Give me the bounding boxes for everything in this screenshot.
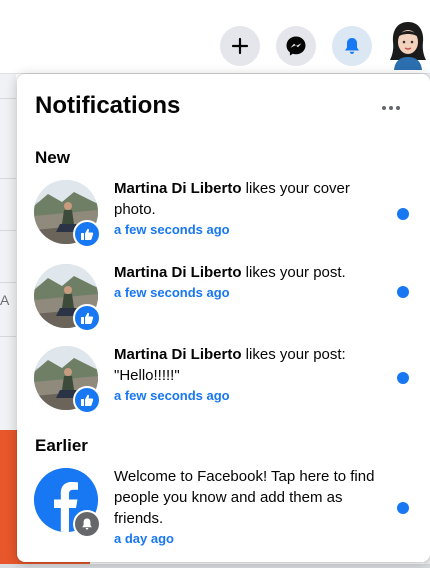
like-badge [73, 220, 101, 248]
notification-time: a few seconds ago [114, 388, 230, 403]
bell-icon [82, 518, 92, 530]
background-bottom-strip [0, 564, 430, 568]
account-avatar[interactable] [386, 20, 430, 70]
thumbs-up-icon [81, 228, 94, 240]
actor-name: Martina Di Liberto [114, 264, 242, 281]
create-button[interactable] [220, 26, 260, 66]
bell-badge [73, 510, 101, 538]
thumbs-up-icon [81, 312, 94, 324]
notifications-panel: Notifications New Martina Di Liberto lik… [17, 74, 430, 562]
unread-dot [397, 502, 409, 514]
notification-item[interactable]: Martina Di Liberto likes your post. a fe… [33, 262, 423, 342]
messenger-icon [286, 36, 306, 56]
like-badge [73, 304, 101, 332]
thumbs-up-icon [81, 394, 94, 406]
notification-time: a few seconds ago [114, 222, 230, 237]
more-options-button[interactable] [377, 94, 405, 122]
avatar [390, 22, 426, 70]
bell-icon [345, 38, 359, 54]
notification-text: Martina Di Liberto likes your cover phot… [114, 178, 384, 240]
actor-name: Martina Di Liberto [114, 346, 242, 363]
unread-dot [397, 372, 409, 384]
notifications-button[interactable] [332, 26, 372, 66]
notification-item[interactable]: Martina Di Liberto likes your cover phot… [33, 178, 423, 258]
notification-text: Welcome to Facebook! Tap here to find pe… [114, 466, 384, 549]
notification-time: a few seconds ago [114, 285, 230, 300]
notification-action: Welcome to Facebook! Tap here to find pe… [114, 468, 375, 527]
messenger-button[interactable] [276, 26, 316, 66]
notification-text: Martina Di Liberto likes your post: "Hel… [114, 344, 384, 406]
plus-icon [231, 37, 249, 55]
more-horizontal-icon [382, 106, 400, 110]
notification-action: likes your post. [241, 264, 346, 281]
page: A Notifications New Martina Di Liberto l… [0, 0, 430, 568]
unread-dot [397, 286, 409, 298]
notification-item[interactable]: Welcome to Facebook! Tap here to find pe… [33, 466, 423, 562]
actor-name: Martina Di Liberto [114, 180, 242, 197]
notification-text: Martina Di Liberto likes your post. a fe… [114, 262, 384, 303]
notification-time: a day ago [114, 531, 174, 546]
section-title-earlier: Earlier [35, 436, 88, 455]
background-text-fragment: A [0, 292, 10, 308]
notification-item[interactable]: Martina Di Liberto likes your post: "Hel… [33, 344, 423, 424]
section-title-new: New [35, 148, 70, 167]
unread-dot [397, 208, 409, 220]
panel-title: Notifications [35, 92, 181, 119]
like-badge [73, 386, 101, 414]
